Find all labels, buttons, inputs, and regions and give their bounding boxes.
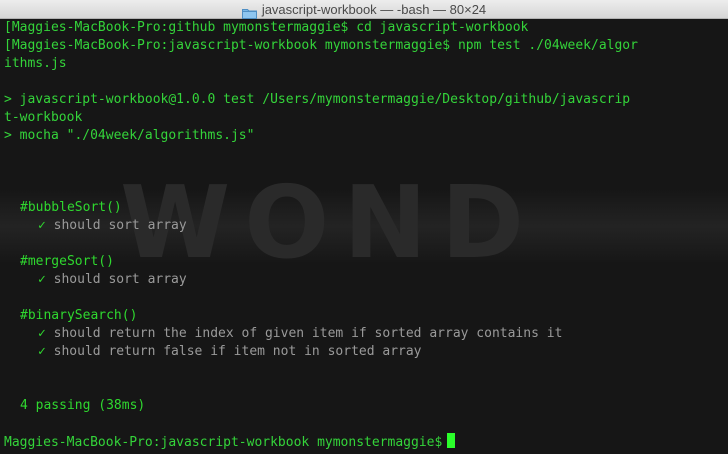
prompt-line[interactable]: Maggies-MacBook-Pro:javascript-workbook …	[4, 433, 724, 451]
check-icon: ✓	[38, 326, 46, 341]
passing-summary: 4 passing (38ms)	[20, 398, 146, 413]
test-name: should return false if item not in sorte…	[53, 344, 422, 359]
output-line-script-header: > javascript-workbook@1.0.0 test /Users/…	[4, 92, 631, 107]
test-result-line: ✓ should return false if item not in sor…	[4, 343, 724, 361]
test-result-line: ✓ should return the index of given item …	[4, 325, 724, 343]
suite-title: #mergeSort()	[20, 254, 114, 269]
output-line-script-header-wrap: t-workbook	[4, 110, 83, 125]
test-result-line: ✓ should sort array	[4, 271, 724, 289]
title-group: javascript-workbook — -bash — 80×24	[0, 0, 728, 19]
test-name: should return the index of given item if…	[53, 326, 563, 341]
suite-title: #bubbleSort()	[20, 200, 122, 215]
output-line-cd: [Maggies-MacBook-Pro:github mymonstermag…	[4, 20, 529, 35]
terminal-output: [Maggies-MacBook-Pro:github mymonstermag…	[0, 19, 728, 451]
check-icon: ✓	[38, 272, 46, 287]
title-bar[interactable]: javascript-workbook — -bash — 80×24	[0, 0, 728, 19]
test-name: should sort array	[53, 218, 187, 233]
test-result-line: ✓ should sort array	[4, 217, 724, 235]
output-line-mocha: > mocha "./04week/algorithms.js"	[4, 128, 255, 143]
check-icon: ✓	[38, 218, 46, 233]
terminal-content[interactable]: WOND [Maggies-MacBook-Pro:github mymonst…	[0, 19, 728, 454]
output-line-npm-test-wrap: ithms.js	[4, 56, 67, 71]
shell-prompt: Maggies-MacBook-Pro:javascript-workbook …	[4, 435, 443, 450]
check-icon: ✓	[38, 344, 46, 359]
text-cursor	[447, 433, 456, 448]
test-name: should sort array	[53, 272, 187, 287]
terminal-window: javascript-workbook — -bash — 80×24 WOND…	[0, 0, 728, 454]
suite-title: #binarySearch()	[20, 308, 138, 323]
folder-icon	[241, 4, 257, 19]
window-title: javascript-workbook — -bash — 80×24	[261, 2, 487, 17]
output-line-npm-test: [Maggies-MacBook-Pro:javascript-workbook…	[4, 38, 638, 53]
